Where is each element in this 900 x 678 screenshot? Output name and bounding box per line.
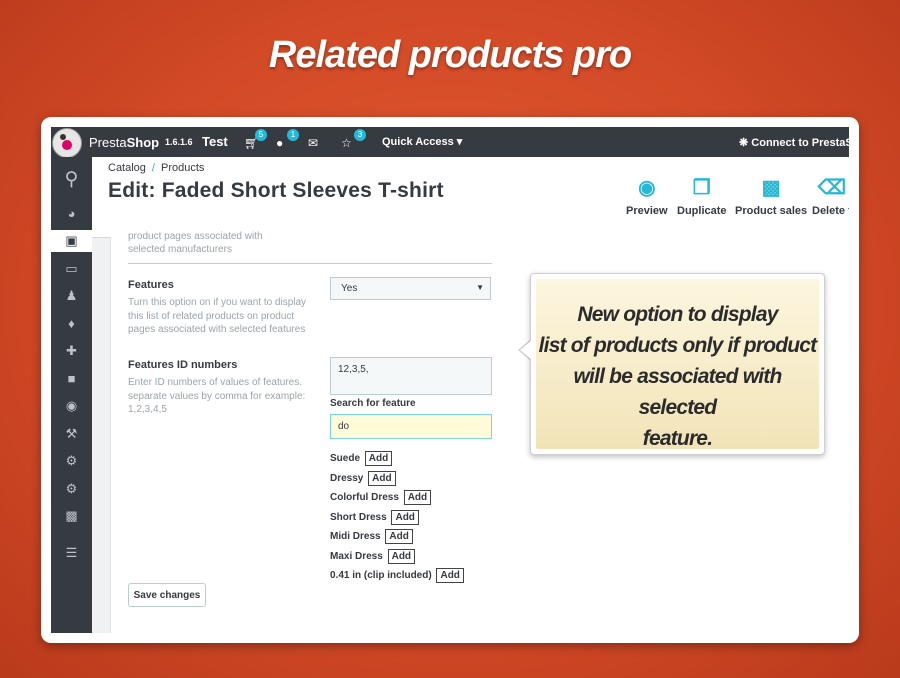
features-label: Features	[128, 279, 174, 291]
feature-ids-textarea[interactable]: 12,3,5,	[330, 357, 492, 395]
dashboard-icon[interactable]: ◕	[51, 203, 92, 225]
advanced-parameters-icon[interactable]: ⚙	[51, 450, 92, 472]
preferences-icon[interactable]: ⚒	[51, 423, 92, 445]
connect-link[interactable]: ❋ Connect to PrestaShop	[739, 136, 849, 149]
brand-name: PrestaShop	[89, 135, 160, 150]
messages-icon[interactable]: ✉	[308, 136, 318, 150]
add-button[interactable]: Add	[385, 529, 413, 544]
breadcrumb-products[interactable]: Products	[161, 162, 204, 174]
eye-icon: ◉	[638, 177, 656, 199]
add-button[interactable]: Add	[387, 548, 416, 564]
version-label: 1.6.1.6	[165, 137, 193, 147]
stats-icon[interactable]: ▩	[51, 505, 92, 527]
cart-badge: 5	[255, 129, 267, 141]
product-sales-button[interactable]: ▩ Product sales	[735, 175, 807, 217]
catalog-icon[interactable]: ▣	[51, 230, 92, 252]
duplicate-button[interactable]: ❐ Duplicate	[677, 175, 727, 217]
copy-icon: ❐	[692, 177, 711, 199]
search-feature-input[interactable]: do	[330, 414, 492, 439]
features-help: Turn this option on if you want to displ…	[128, 297, 307, 336]
shipping-icon[interactable]: ■	[51, 368, 92, 390]
breadcrumb: Catalog / Products	[108, 162, 205, 174]
feature-ids-label: Features ID numbers	[128, 359, 238, 371]
add-button[interactable]: Add	[364, 451, 393, 466]
menu-toggle-icon[interactable]: ☰	[51, 542, 92, 564]
bar-chart-icon: ▩	[761, 177, 781, 199]
preview-button[interactable]: ◉ Preview	[626, 175, 668, 217]
divider	[128, 263, 492, 264]
orders-icon[interactable]: ▭	[51, 258, 92, 280]
customers-badge: 1	[287, 129, 299, 141]
delete-button[interactable]: ⌫ Delete t	[812, 175, 849, 217]
page-title: Edit: Faded Short Sleeves T-shirt	[108, 179, 444, 202]
list-item: Midi Dress Add	[330, 529, 464, 549]
customers-sidebar-icon[interactable]: ♟	[51, 285, 92, 307]
caret-down-icon: ▼	[476, 283, 484, 292]
features-select[interactable]: Yes ▼	[330, 277, 491, 300]
shop-name-link[interactable]: Test	[202, 134, 228, 149]
add-button[interactable]: Add	[403, 490, 432, 505]
feature-results-list: Suede Add Dressy Add Colorful Dress Add …	[330, 451, 464, 588]
list-item: Colorful Dress Add	[330, 490, 464, 510]
modules-icon[interactable]: ✚	[51, 340, 92, 362]
trophy-icon[interactable]: ☆	[341, 136, 352, 150]
sidebar: ⚲ ◕ ▣ ▭ ♟ ♦ ✚ ■ ◉ ⚒ ⚙ ⚙ ▩ ☰	[51, 157, 92, 633]
banner-title: Related products pro	[268, 34, 632, 76]
callout-pointer-fill	[520, 340, 532, 360]
callout-text: New option to display list of products o…	[538, 303, 818, 450]
add-button[interactable]: Add	[368, 470, 396, 486]
callout-note: New option to display list of products o…	[530, 273, 825, 455]
quick-access-menu[interactable]: Quick Access ▾	[382, 135, 462, 148]
feature-ids-help: Enter ID numbers of values of features. …	[128, 377, 306, 416]
prestashop-logo-icon[interactable]	[52, 128, 82, 158]
trash-icon: ⌫	[817, 177, 847, 199]
administration-icon[interactable]: ⚙	[51, 478, 92, 500]
list-item: Dressy Add	[330, 470, 464, 491]
save-changes-button[interactable]: Save changes	[128, 583, 206, 607]
list-item: Suede Add	[330, 451, 464, 471]
page-header: Catalog / Products Edit: Faded Short Sleev…	[92, 157, 849, 238]
tags-icon[interactable]: ♦	[51, 313, 92, 335]
add-button[interactable]: Add	[391, 509, 419, 525]
add-button[interactable]: Add	[436, 568, 464, 583]
list-item: Short Dress Add	[330, 509, 464, 530]
connect-icon: ❋	[739, 137, 752, 149]
search-icon[interactable]: ⚲	[51, 169, 92, 191]
list-item: Maxi Dress Add	[330, 548, 464, 569]
customers-icon[interactable]: ●	[276, 136, 283, 150]
top-bar: PrestaShop 1.6.1.6 Test 🛒︎ 5 ● 1 ✉ ☆ 3 Q…	[51, 127, 849, 158]
search-feature-label: Search for feature	[330, 398, 416, 409]
breadcrumb-catalog[interactable]: Catalog	[108, 162, 146, 174]
previous-help-text: product pages associated with selected m…	[128, 231, 263, 255]
localization-icon[interactable]: ◉	[51, 395, 92, 417]
list-item: 0.41 in (clip included) Add	[330, 568, 464, 588]
trophy-badge: 3	[354, 129, 366, 141]
